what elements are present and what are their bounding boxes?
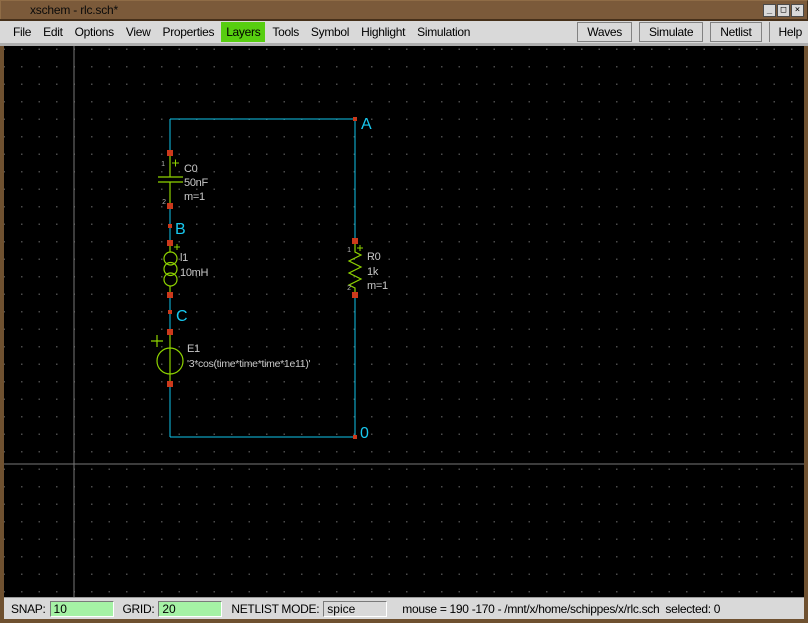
menu-highlight[interactable]: Highlight — [356, 22, 410, 42]
component-ref: R0 — [367, 251, 381, 263]
pin-square — [167, 150, 173, 156]
component-ref: l1 — [180, 252, 188, 264]
menu-simulation[interactable]: Simulation — [412, 22, 475, 42]
maximize-icon[interactable]: □ — [777, 4, 790, 17]
menu-help[interactable]: Help — [769, 22, 806, 42]
pin-square — [167, 292, 173, 298]
simulate-button[interactable]: Simulate — [639, 22, 703, 42]
label-pin-mark — [353, 117, 357, 121]
label-pin-mark — [168, 310, 172, 314]
component-ref: E1 — [187, 343, 200, 355]
waves-button[interactable]: Waves — [577, 22, 632, 42]
component-mult: m=1 — [184, 191, 205, 203]
netlist-button[interactable]: Netlist — [710, 22, 761, 42]
pin-number: 2 — [162, 199, 166, 206]
menu-options[interactable]: Options — [70, 22, 119, 42]
snap-label: SNAP: — [11, 602, 46, 616]
label-pin-mark — [168, 224, 172, 228]
inductor-l1[interactable]: l1 10mH — [164, 240, 208, 298]
minimize-icon[interactable]: _ — [763, 4, 776, 17]
grid-input[interactable] — [158, 601, 222, 617]
pin-square — [352, 238, 358, 244]
titlebar[interactable]: xschem - rlc.sch* _ □ × — [0, 0, 808, 19]
component-value: 1k — [367, 266, 379, 278]
menu-actions: Waves Simulate Netlist Help — [577, 22, 808, 42]
pin-square — [167, 203, 173, 209]
mouse-status-text: mouse = 190 -170 - /mnt/x/home/schippes/… — [402, 602, 720, 616]
pin-square — [167, 240, 173, 246]
pin-square — [352, 292, 358, 298]
snap-input[interactable] — [50, 601, 114, 617]
pin-number: 1 — [161, 161, 165, 168]
menu-symbol[interactable]: Symbol — [306, 22, 354, 42]
pin-square — [167, 381, 173, 387]
net-label-c[interactable]: C — [176, 308, 187, 325]
capacitor-c0[interactable]: 1 2 C0 50nF m=1 — [158, 150, 208, 209]
menu-file[interactable]: File — [8, 22, 36, 42]
window-controls: _ □ × — [763, 4, 804, 17]
polarity-plus-icon — [174, 244, 180, 250]
net-label-a[interactable]: A — [361, 116, 372, 133]
menu-properties[interactable]: Properties — [157, 22, 219, 42]
menubar: File Edit Options View Properties Layers… — [0, 19, 808, 46]
net-label-b[interactable]: B — [175, 221, 185, 238]
component-value: 10mH — [180, 267, 208, 279]
resistor-r0[interactable]: 1 2 R0 1k m=1 — [347, 238, 388, 298]
schematic-drawing: 1 2 C0 50nF m=1 l1 10mH — [4, 46, 804, 597]
pin-number: 1 — [347, 247, 351, 254]
pin-number: 2 — [347, 285, 351, 292]
polarity-plus-icon — [172, 160, 179, 167]
polarity-plus-icon — [151, 335, 163, 347]
voltage-source-e1[interactable]: E1 '3*cos(time*time*time*1e11)' — [151, 329, 311, 387]
menu-tools[interactable]: Tools — [267, 22, 304, 42]
window-title: xschem - rlc.sch* — [30, 3, 118, 17]
close-icon[interactable]: × — [791, 4, 804, 17]
label-pin-mark — [353, 435, 357, 439]
grid-label: GRID: — [123, 602, 155, 616]
xschem-window: xschem - rlc.sch* _ □ × File Edit Option… — [0, 0, 808, 623]
netlist-mode-input[interactable] — [323, 601, 387, 617]
component-ref: C0 — [184, 163, 198, 175]
statusbar: SNAP: GRID: NETLIST MODE: mouse = 190 -1… — [4, 597, 804, 619]
netlist-mode-label: NETLIST MODE: — [231, 602, 319, 616]
component-value: '3*cos(time*time*time*1e11)' — [187, 358, 311, 370]
component-value: 50nF — [184, 177, 208, 189]
net-label-gnd[interactable]: 0 — [360, 425, 369, 442]
component-mult: m=1 — [367, 280, 388, 292]
menu-view[interactable]: View — [121, 22, 156, 42]
menu-edit[interactable]: Edit — [38, 22, 67, 42]
pin-square — [167, 329, 173, 335]
menu-layers[interactable]: Layers — [221, 22, 265, 42]
schematic-canvas[interactable]: 1 2 C0 50nF m=1 l1 10mH — [4, 46, 804, 597]
polarity-plus-icon — [357, 245, 363, 251]
